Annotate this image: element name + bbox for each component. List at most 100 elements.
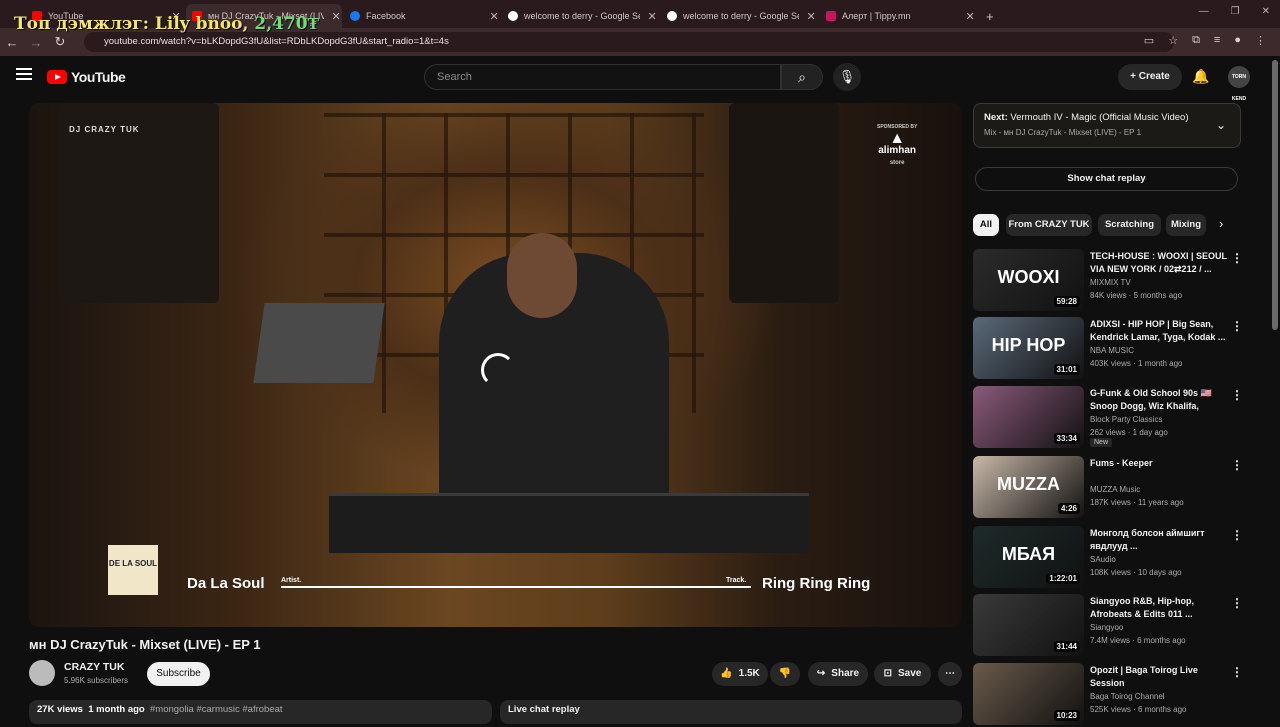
back-icon[interactable]: ← [0, 35, 24, 50]
account-avatar[interactable]: TORN KEND [1228, 66, 1250, 102]
voice-search-button[interactable]: 🎙 [833, 63, 861, 91]
save-button[interactable]: ⊡ Save [874, 662, 931, 686]
rec-channel[interactable]: MIXMIX TV [1090, 278, 1131, 287]
close-tab-icon[interactable]: ✕ [330, 10, 342, 23]
tip-overlay-prefix: Топ дэмжлэг: Lily bnoo, [14, 14, 249, 34]
rec-title[interactable]: G-Funk & Old School 90s 🇺🇸 Snoop Dogg, W… [1090, 387, 1228, 414]
forward-icon[interactable]: → [24, 35, 48, 50]
list-item[interactable]: 31:44 Siangyoo R&B, Hip-hop, Afrobeats & … [973, 594, 1243, 658]
chevron-right-icon[interactable]: › [1219, 216, 1223, 231]
close-tab-icon[interactable]: ✕ [805, 10, 817, 23]
reload-icon[interactable]: ↻ [48, 34, 72, 50]
show-chat-replay-button[interactable]: Show chat replay [975, 167, 1238, 191]
media-icon[interactable]: ≡ [1214, 34, 1220, 47]
hashtags[interactable]: #mongolia #carmusic #afrobeat [150, 704, 283, 715]
list-item[interactable]: HIP HOP 31:01 ADIXSI - HIP HOP | Big Sean,… [973, 317, 1243, 381]
more-actions-button[interactable]: ⋯ [938, 662, 962, 686]
chevron-down-icon[interactable]: ⌄ [1216, 118, 1226, 132]
more-vertical-icon[interactable]: ⋮ [1231, 665, 1243, 679]
rec-meta: 84K views · 5 months ago [1090, 291, 1183, 300]
upload-age: 1 month ago [88, 704, 145, 715]
tab-google-search-1[interactable]: welcome to derry - Google Sea ✕ [502, 4, 658, 28]
more-vertical-icon[interactable]: ⋮ [1231, 528, 1243, 542]
tab-tippy[interactable]: Алерт | Tippy.mn ✕ [820, 4, 976, 28]
more-vertical-icon[interactable]: ⋮ [1231, 596, 1243, 610]
more-vertical-icon[interactable]: ⋮ [1231, 319, 1243, 333]
rec-channel[interactable]: Baga Toirog Channel [1090, 692, 1165, 701]
youtube-logo[interactable]: YouTube [47, 69, 126, 85]
duration-badge: 4:26 [1057, 503, 1080, 514]
rec-channel[interactable]: Block Party Classics [1090, 415, 1162, 424]
video-thumbnail[interactable]: MUZZA 4:26 [973, 456, 1084, 518]
rec-channel[interactable]: NBA MUSIC [1090, 346, 1134, 355]
bookmark-star-icon[interactable]: ☆ [1168, 34, 1178, 47]
video-thumbnail[interactable]: 33:34 [973, 386, 1084, 448]
microphone-icon: 🎙 [838, 69, 856, 84]
search-button[interactable]: ⌕ [781, 64, 823, 90]
video-thumbnail[interactable]: WOOXI 59:28 [973, 249, 1084, 311]
more-vertical-icon[interactable]: ⋮ [1231, 251, 1243, 265]
rec-channel[interactable]: Siangyoo [1090, 623, 1123, 632]
close-window-icon[interactable]: ✕ [1262, 6, 1270, 17]
maximize-icon[interactable]: ❐ [1231, 6, 1240, 17]
like-button[interactable]: 👍 1.5K [712, 662, 768, 686]
notifications-bell-icon[interactable]: 🔔 [1192, 68, 1209, 85]
rec-title[interactable]: TECH-HOUSE : WOOXI | SEOUL VIA NEW YORK … [1090, 250, 1228, 276]
video-player[interactable]: DJ CRAZY TUK SPONSORED BY ▲ alimhan store D… [29, 103, 962, 627]
page-scrollbar[interactable] [1272, 60, 1278, 330]
close-tab-icon[interactable]: ✕ [488, 10, 500, 23]
search-input[interactable]: Search [424, 64, 781, 90]
channel-name[interactable]: CRAZY TUK [64, 661, 124, 673]
rec-channel[interactable]: MUZZA Music [1090, 485, 1140, 494]
url-text: youtube.com/watch?v=bLKDopdG3fU&list=RDb… [104, 36, 449, 47]
next-title: Vermouth IV - Magic (Official Music Vide… [1010, 112, 1189, 123]
rec-channel[interactable]: SAudio [1090, 555, 1116, 564]
rec-title[interactable]: Fums - Keeper [1090, 457, 1228, 470]
video-thumbnail[interactable]: 10:23 [973, 663, 1084, 725]
description-box[interactable]: 27K views 1 month ago #mongolia #carmusi… [29, 700, 492, 724]
chip-all[interactable]: All [973, 214, 999, 236]
list-item[interactable]: 33:34 G-Funk & Old School 90s 🇺🇸 Snoop Do… [973, 386, 1243, 450]
tab-google-search-2[interactable]: welcome to derry - Google Sea ✕ [661, 4, 817, 28]
profile-icon[interactable]: ● [1234, 34, 1241, 47]
minimize-icon[interactable]: — [1199, 6, 1209, 17]
video-thumbnail[interactable]: 31:44 [973, 594, 1084, 656]
new-tab-button[interactable]: + [980, 4, 1000, 28]
share-label: Share [831, 668, 860, 679]
create-button[interactable]: + Create [1118, 64, 1182, 90]
list-item[interactable]: WOOXI 59:28 TECH-HOUSE : WOOXI | SEOUL VIA… [973, 249, 1243, 313]
tab-facebook[interactable]: Facebook ✕ [344, 4, 500, 28]
chip-from-channel[interactable]: From CRAZY TUK [1006, 214, 1092, 236]
rec-title[interactable]: Opozit | Baga Toirog Live Session [1090, 664, 1228, 690]
more-vertical-icon[interactable]: ⋮ [1231, 388, 1243, 402]
hamburger-menu-icon[interactable] [16, 68, 32, 80]
close-tab-icon[interactable]: ✕ [646, 10, 658, 23]
rec-title[interactable]: Монголд болсон аймшигт явдлууд ... [1090, 527, 1228, 553]
chip-mixing[interactable]: Mixing [1166, 214, 1206, 236]
browser-menu-icon[interactable]: ⋮ [1255, 34, 1266, 47]
rec-title[interactable]: ADIXSI - HIP HOP | Big Sean, Kendrick La… [1090, 318, 1228, 344]
video-thumbnail[interactable]: HIP HOP 31:01 [973, 317, 1084, 379]
more-vertical-icon[interactable]: ⋮ [1231, 458, 1243, 472]
live-chat-replay-header[interactable]: Live chat replay [500, 700, 962, 724]
list-item[interactable]: МБАЯ 1:22:01 Монголд болсон аймшигт явдлуу… [973, 526, 1243, 590]
share-button[interactable]: ↪ Share [808, 662, 868, 686]
video-thumbnail[interactable]: МБАЯ 1:22:01 [973, 526, 1084, 588]
rec-title[interactable]: Siangyoo R&B, Hip-hop, Afrobeats & Edits… [1090, 595, 1228, 621]
extensions-icon[interactable]: ⧉ [1192, 34, 1200, 47]
close-tab-icon[interactable]: ✕ [964, 10, 976, 23]
cast-icon[interactable]: ▭ [1144, 34, 1154, 47]
thumbs-down-icon: 👎 [778, 668, 792, 679]
tippy-favicon-icon [826, 11, 836, 21]
dislike-button[interactable]: 👎 [770, 662, 800, 686]
subscribe-button[interactable]: Subscribe [147, 662, 210, 686]
thumbnail-text: HIP HOP [991, 335, 1066, 355]
list-item[interactable]: 10:23 Opozit | Baga Toirog Live Session Ba… [973, 663, 1243, 727]
url-field[interactable]: youtube.com/watch?v=bLKDopdG3fU&list=RDb… [84, 32, 1174, 52]
up-next-panel[interactable]: Next: Vermouth IV - Magic (Official Musi… [973, 103, 1241, 148]
sponsor-name: alimhan [878, 145, 917, 156]
now-playing-divider [281, 586, 751, 588]
chip-scratching[interactable]: Scratching [1098, 214, 1161, 236]
channel-avatar[interactable] [29, 660, 55, 686]
list-item[interactable]: MUZZA 4:26 Fums - Keeper MUZZA Music 187K vi… [973, 456, 1243, 520]
